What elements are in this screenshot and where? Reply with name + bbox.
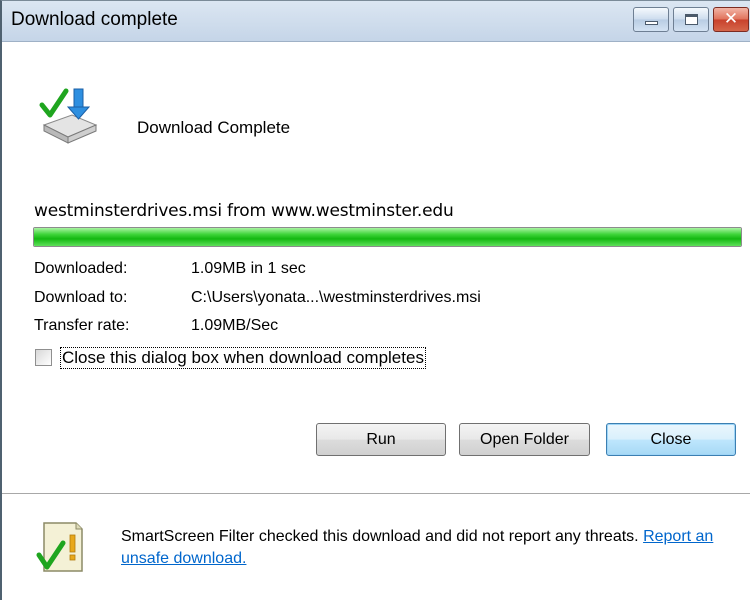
close-icon: ✕ xyxy=(723,9,739,29)
transfer-rate-value: 1.09MB/Sec xyxy=(191,317,279,334)
download-dialog: Download complete ✕ Download Complete we… xyxy=(0,0,750,600)
download-to-value: C:\Users\yonata...\westminsterdrives.msi xyxy=(191,289,481,306)
minimize-icon xyxy=(645,21,658,25)
close-button[interactable]: Close xyxy=(606,423,736,456)
window-close-button[interactable]: ✕ xyxy=(713,7,749,32)
close-when-complete-checkbox[interactable] xyxy=(35,349,52,366)
maximize-icon xyxy=(685,14,698,25)
download-to-label: Download to: xyxy=(34,289,128,306)
downloaded-value: 1.09MB in 1 sec xyxy=(191,260,306,277)
download-complete-icon xyxy=(39,88,98,144)
smartscreen-message: SmartScreen Filter checked this download… xyxy=(121,526,721,570)
download-source: westminsterdrives.msi from www.westminst… xyxy=(34,201,454,221)
minimize-button[interactable] xyxy=(633,7,669,32)
download-heading: Download Complete xyxy=(137,118,291,137)
footer-divider xyxy=(2,493,750,494)
maximize-button[interactable] xyxy=(673,7,709,32)
smartscreen-message-text: SmartScreen Filter checked this download… xyxy=(121,528,639,545)
title-bar[interactable]: Download complete ✕ xyxy=(2,1,750,42)
smartscreen-check-icon xyxy=(36,522,83,572)
close-when-complete-label[interactable]: Close this dialog box when download comp… xyxy=(60,347,426,369)
open-folder-button[interactable]: Open Folder xyxy=(459,423,590,456)
window-title: Download complete xyxy=(11,9,178,30)
run-button[interactable]: Run xyxy=(316,423,446,456)
downloaded-label: Downloaded: xyxy=(34,260,128,277)
progress-fill xyxy=(34,228,741,246)
transfer-rate-label: Transfer rate: xyxy=(34,317,130,334)
download-progress-bar xyxy=(33,227,742,247)
